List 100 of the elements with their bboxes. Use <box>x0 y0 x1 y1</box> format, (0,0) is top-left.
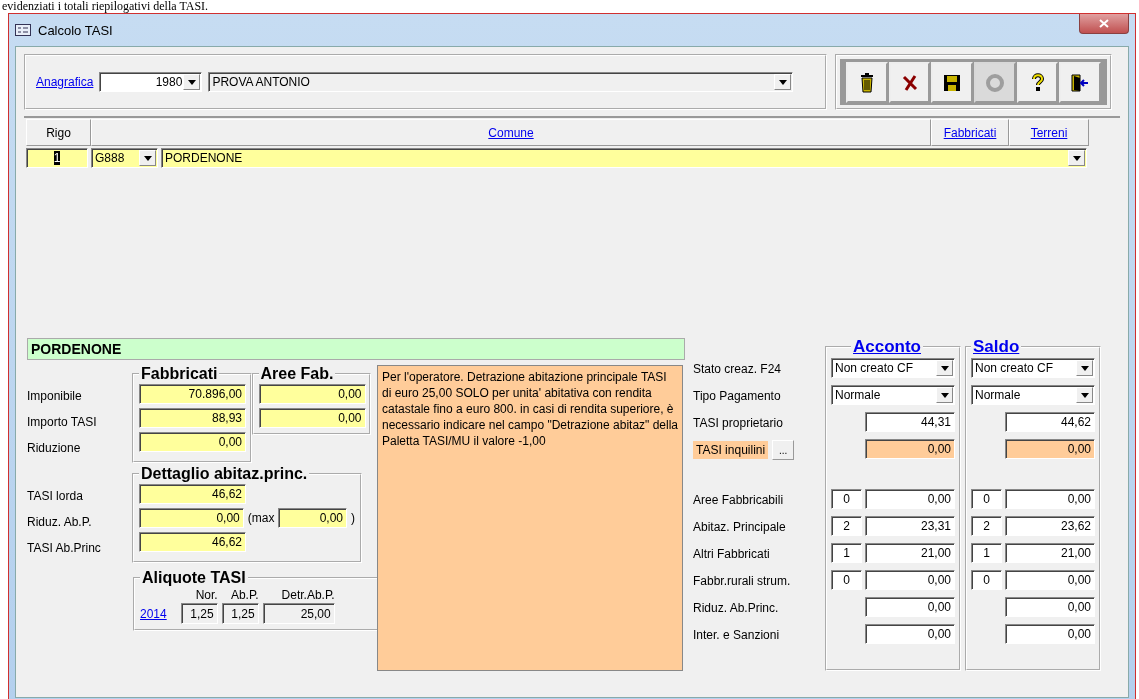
dropdown-field[interactable]: Normale <box>831 385 955 405</box>
dropdown-button[interactable] <box>936 387 953 403</box>
column-header[interactable]: Fabbricati <box>931 119 1009 146</box>
column-header[interactable]: Terreni <box>1009 119 1089 146</box>
amount-field[interactable]: 0,00 <box>139 432 246 452</box>
field-label: Tipo Pagamento <box>693 388 782 405</box>
close-button[interactable] <box>1079 14 1129 34</box>
count-field[interactable]: 0 <box>971 570 1002 590</box>
amount-field[interactable]: 0,00 <box>1005 597 1095 617</box>
question-mark-icon <box>1031 72 1044 91</box>
amount-field[interactable]: 0,00 <box>258 384 366 404</box>
year-link[interactable]: 2014 <box>140 607 167 621</box>
dropdown-button[interactable] <box>774 74 792 90</box>
dropdown-field[interactable]: Normale <box>971 385 1095 405</box>
amount-field[interactable]: 0,00 <box>1005 570 1095 590</box>
amount-field[interactable]: 0,00 <box>278 508 347 528</box>
dropdown-button[interactable] <box>936 360 953 376</box>
field-label: Riduz. Ab.P. <box>27 514 93 531</box>
amount-field[interactable]: 23,31 <box>865 516 955 536</box>
count-field[interactable]: 0 <box>831 489 862 509</box>
dropdown-button[interactable] <box>183 74 201 90</box>
field-label: Aree Fabbricabili <box>693 492 785 509</box>
field-label: Riduz. Ab.Princ. <box>693 600 780 617</box>
rate-field[interactable]: 25,00 <box>262 603 335 624</box>
field-label: Altri Fabbricati <box>693 546 771 563</box>
field-label: ) <box>351 511 355 525</box>
amount-field[interactable]: 0,00 <box>865 570 955 590</box>
field-label: Abitaz. Principale <box>693 519 787 536</box>
count-field[interactable]: 1 <box>831 543 862 563</box>
amount-field[interactable]: 0,00 <box>139 508 244 528</box>
payment-heading-link[interactable]: Saldo <box>973 337 1020 356</box>
amount-field[interactable]: 21,00 <box>1005 543 1095 563</box>
count-field[interactable]: 2 <box>831 516 862 536</box>
dropdown-button[interactable] <box>1068 150 1085 166</box>
amount-field[interactable]: 0,00 <box>1005 624 1095 644</box>
amount-field[interactable]: 88,93 <box>139 408 246 428</box>
count-field[interactable]: 0 <box>831 570 862 590</box>
field-label: TASI proprietario <box>693 415 784 432</box>
field-label: TASI inquilini <box>693 441 769 459</box>
operator-note: Per l'operatore. Detrazione abitazione principale TASI di euro 25,00 SOLO per unita' abitativa con rendita catastale fino a euro 800. in casi di rendita superiore, è necessario indicare nel campo "Detrazione abitaz" della Paletta TASI/MU il valore -1,00 <box>377 365 683 671</box>
exit-door-icon <box>1071 74 1090 91</box>
more-button[interactable]: ... <box>772 440 795 460</box>
amount-field[interactable]: 0,00 <box>865 624 955 644</box>
dropdown-button[interactable] <box>139 150 156 166</box>
toolbar-button[interactable] <box>1059 62 1102 103</box>
amount-field[interactable]: 0,00 <box>865 439 955 459</box>
amount-field[interactable]: 0,00 <box>258 408 366 428</box>
dropdown-field[interactable]: Non creato CF <box>831 358 955 378</box>
column-label: Detr.Ab.P. <box>281 588 335 602</box>
field-label: Fabbr.rurali strum. <box>693 573 792 590</box>
amount-field[interactable]: 0,00 <box>1005 439 1095 459</box>
caret-icon <box>187 79 196 85</box>
count-field[interactable]: 2 <box>971 516 1002 536</box>
amount-field[interactable]: 46,62 <box>139 532 246 552</box>
amount-field[interactable]: 44,31 <box>865 412 955 432</box>
group-heading: Aliquote TASI <box>141 569 247 587</box>
anagrafica-link[interactable]: Anagrafica <box>36 75 94 89</box>
name-field[interactable]: PROVA ANTONIO <box>208 72 794 92</box>
field-label: TASI lorda <box>27 488 84 505</box>
amount-field[interactable]: 46,62 <box>139 484 246 504</box>
amount-field[interactable]: 44,62 <box>1005 412 1095 432</box>
dropdown-button[interactable] <box>1076 360 1093 376</box>
column-header[interactable]: Rigo <box>26 119 91 146</box>
trash-icon <box>860 72 873 92</box>
comune-field[interactable]: PORDENONE <box>161 148 1087 168</box>
field-label: (max <box>247 511 275 525</box>
row-number-cell[interactable]: 1 <box>26 148 88 168</box>
caret-icon <box>940 365 949 371</box>
rate-field[interactable]: 1,25 <box>221 603 259 624</box>
payment-heading-link[interactable]: Acconto <box>853 337 921 356</box>
code-field[interactable]: 1980 <box>99 72 203 92</box>
column-label: Ab.P. <box>230 588 259 602</box>
amount-field[interactable]: 23,62 <box>1005 516 1095 536</box>
toolbar-button[interactable] <box>888 62 931 103</box>
code-field[interactable]: G888 <box>91 148 158 168</box>
amount-field[interactable]: 0,00 <box>865 489 955 509</box>
field-label: Imponibile <box>27 388 83 405</box>
column-label: Nor. <box>195 588 218 602</box>
dropdown-field[interactable]: Non creato CF <box>971 358 1095 378</box>
count-field[interactable]: 1 <box>971 543 1002 563</box>
toolbar-button[interactable] <box>1016 62 1059 103</box>
field-label: Riduzione <box>27 440 82 457</box>
field-label: Stato creaz. F24 <box>693 361 783 378</box>
amount-field[interactable]: 0,00 <box>865 597 955 617</box>
amount-field[interactable]: 0,00 <box>1005 489 1095 509</box>
amount-field[interactable]: 70.896,00 <box>139 384 246 404</box>
amount-field[interactable]: 21,00 <box>865 543 955 563</box>
group-heading: Aree Fab. <box>259 365 335 383</box>
window-title: Calcolo TASI <box>38 22 113 38</box>
count-field[interactable]: 0 <box>971 489 1002 509</box>
toolbar-button[interactable] <box>846 62 888 103</box>
close-icon <box>902 74 917 91</box>
document-text: evidenziati i totali riepilogativi della TASI. <box>1 0 210 13</box>
rate-field[interactable]: 1,25 <box>180 603 218 624</box>
column-header[interactable]: Comune <box>91 119 931 146</box>
field-label: TASI Ab.Princ <box>27 540 102 557</box>
caret-icon <box>1072 155 1081 161</box>
dropdown-button[interactable] <box>1076 387 1093 403</box>
toolbar-button[interactable] <box>931 62 973 103</box>
caret-icon <box>1080 392 1089 398</box>
